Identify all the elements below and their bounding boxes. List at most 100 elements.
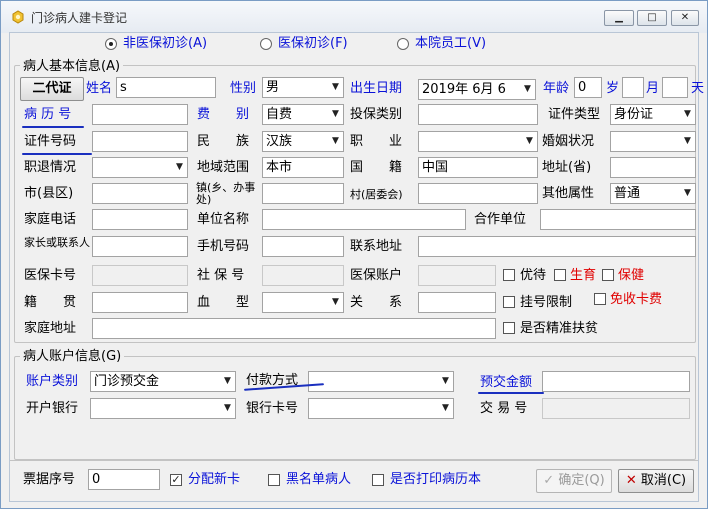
town-input[interactable] bbox=[262, 183, 344, 204]
social-no-input[interactable] bbox=[262, 265, 344, 286]
patient-info-title: 病人基本信息(A) bbox=[20, 59, 124, 75]
fee-label: 费 别 bbox=[197, 107, 250, 122]
minimize-button[interactable]: ▁ bbox=[604, 10, 634, 26]
dob-picker[interactable]: 2019年 6月 6 ▼ bbox=[418, 79, 536, 100]
name-label: 姓名 bbox=[86, 81, 113, 96]
chevron-down-icon: ▼ bbox=[438, 399, 453, 418]
employer-input[interactable] bbox=[262, 209, 466, 230]
poverty-label: 是否精准扶贫 bbox=[520, 321, 599, 336]
age-input[interactable]: 0 bbox=[574, 77, 602, 98]
dob-label: 出生日期 bbox=[350, 81, 403, 96]
blacklist-checkbox[interactable] bbox=[268, 474, 280, 486]
pay-method-select[interactable]: ▼ bbox=[308, 371, 454, 392]
poverty-checkbox[interactable] bbox=[503, 322, 515, 334]
assign-card-label: 分配新卡 bbox=[188, 472, 241, 487]
app-icon bbox=[12, 10, 24, 24]
record-no-label: 病 历 号 bbox=[24, 107, 72, 122]
mobile-label: 手机号码 bbox=[197, 239, 250, 254]
job-status-select[interactable]: ▼ bbox=[92, 157, 188, 178]
chevron-down-icon: ▼ bbox=[680, 184, 695, 203]
cert-type-select[interactable]: 身份证 ▼ bbox=[610, 104, 696, 125]
radio-insured[interactable] bbox=[260, 38, 272, 50]
home-addr-label: 家庭地址 bbox=[24, 321, 77, 336]
chevron-down-icon: ▼ bbox=[220, 372, 235, 391]
relation-input[interactable] bbox=[418, 292, 496, 313]
province-label: 地址(省) bbox=[542, 160, 592, 175]
chevron-down-icon: ▼ bbox=[328, 132, 343, 151]
assign-card-checkbox[interactable]: ✓ bbox=[170, 474, 182, 486]
priority-checkbox[interactable] bbox=[503, 269, 515, 281]
record-no-input[interactable] bbox=[92, 104, 188, 125]
region-input[interactable]: 本市 bbox=[262, 157, 344, 178]
cert-no-input[interactable] bbox=[92, 131, 188, 152]
nation-label: 民 族 bbox=[197, 134, 250, 149]
fee-select[interactable]: 自费 ▼ bbox=[262, 104, 344, 125]
radio-non-insured-label[interactable]: 非医保初诊(A) bbox=[123, 35, 207, 53]
med-account-input[interactable] bbox=[418, 265, 496, 286]
chevron-down-icon: ▼ bbox=[172, 158, 187, 177]
other-attr-select[interactable]: 普通 ▼ bbox=[610, 183, 696, 204]
free-fee-label: 免收卡费 bbox=[610, 292, 663, 307]
print-record-checkbox[interactable] bbox=[372, 474, 384, 486]
radio-non-insured[interactable] bbox=[105, 38, 117, 50]
job-select[interactable]: ▼ bbox=[418, 131, 538, 152]
priority-label: 优待 bbox=[520, 268, 547, 283]
guardian-input[interactable] bbox=[92, 236, 188, 257]
limit-checkbox[interactable] bbox=[503, 296, 515, 308]
home-addr-input[interactable] bbox=[92, 318, 496, 339]
name-input[interactable]: s bbox=[116, 77, 216, 98]
coop-input[interactable] bbox=[540, 209, 696, 230]
contact-addr-input[interactable] bbox=[418, 236, 696, 257]
prepay-input[interactable] bbox=[542, 371, 690, 392]
free-fee-checkbox[interactable] bbox=[594, 293, 606, 305]
chevron-down-icon: ▼ bbox=[438, 372, 453, 391]
job-status-label: 职退情况 bbox=[24, 160, 77, 175]
trade-no-input[interactable] bbox=[542, 398, 690, 419]
birth-checkbox[interactable] bbox=[554, 269, 566, 281]
id-card-button[interactable]: 二代证 bbox=[20, 77, 84, 101]
insure-type-input[interactable] bbox=[418, 104, 538, 125]
maximize-button[interactable]: □ bbox=[637, 10, 667, 26]
contact-addr-label: 联系地址 bbox=[350, 239, 403, 254]
relation-label: 关 系 bbox=[350, 295, 403, 310]
med-card-input[interactable] bbox=[92, 265, 188, 286]
ok-button[interactable]: ✓ 确定(Q) bbox=[536, 469, 612, 493]
account-type-select[interactable]: 门诊预交金 ▼ bbox=[90, 371, 236, 392]
job-label: 职 业 bbox=[350, 134, 403, 149]
nationality-label: 国 籍 bbox=[350, 160, 403, 175]
age-month-input[interactable] bbox=[622, 77, 644, 98]
close-button[interactable]: ✕ bbox=[671, 10, 699, 26]
receipt-label: 票据序号 bbox=[23, 472, 76, 487]
chevron-down-icon: ▼ bbox=[328, 105, 343, 124]
health-checkbox[interactable] bbox=[602, 269, 614, 281]
mobile-input[interactable] bbox=[262, 236, 344, 257]
native-input[interactable] bbox=[92, 292, 188, 313]
account-type-label: 账户类别 bbox=[26, 374, 79, 389]
marital-select[interactable]: ▼ bbox=[610, 131, 696, 152]
age-day-input[interactable] bbox=[662, 77, 688, 98]
bank-card-label: 银行卡号 bbox=[246, 401, 299, 416]
employer-label: 单位名称 bbox=[197, 212, 250, 227]
radio-staff-label[interactable]: 本院员工(V) bbox=[415, 35, 486, 53]
print-record-label: 是否打印病历本 bbox=[390, 472, 482, 487]
nationality-input[interactable]: 中国 bbox=[418, 157, 538, 178]
radio-insured-label[interactable]: 医保初诊(F) bbox=[278, 35, 348, 53]
account-info-title: 病人账户信息(G) bbox=[20, 349, 125, 365]
gender-label: 性别 bbox=[230, 81, 257, 96]
health-label: 保健 bbox=[618, 268, 645, 283]
blood-select[interactable]: ▼ bbox=[262, 292, 344, 313]
nation-select[interactable]: 汉族 ▼ bbox=[262, 131, 344, 152]
bank-select[interactable]: ▼ bbox=[90, 398, 236, 419]
radio-staff[interactable] bbox=[397, 38, 409, 50]
village-label: 村(居委会) bbox=[350, 188, 403, 201]
gender-select[interactable]: 男 ▼ bbox=[262, 77, 344, 98]
city-input[interactable] bbox=[92, 183, 188, 204]
receipt-input[interactable]: 0 bbox=[88, 469, 160, 490]
home-phone-input[interactable] bbox=[92, 209, 188, 230]
other-attr-label: 其他属性 bbox=[542, 186, 595, 201]
village-input[interactable] bbox=[418, 183, 538, 204]
blacklist-label: 黑名单病人 bbox=[286, 472, 352, 487]
bank-card-select[interactable]: ▼ bbox=[308, 398, 454, 419]
cancel-button[interactable]: ✕ 取消(C) bbox=[618, 469, 694, 493]
province-input[interactable] bbox=[610, 157, 696, 178]
